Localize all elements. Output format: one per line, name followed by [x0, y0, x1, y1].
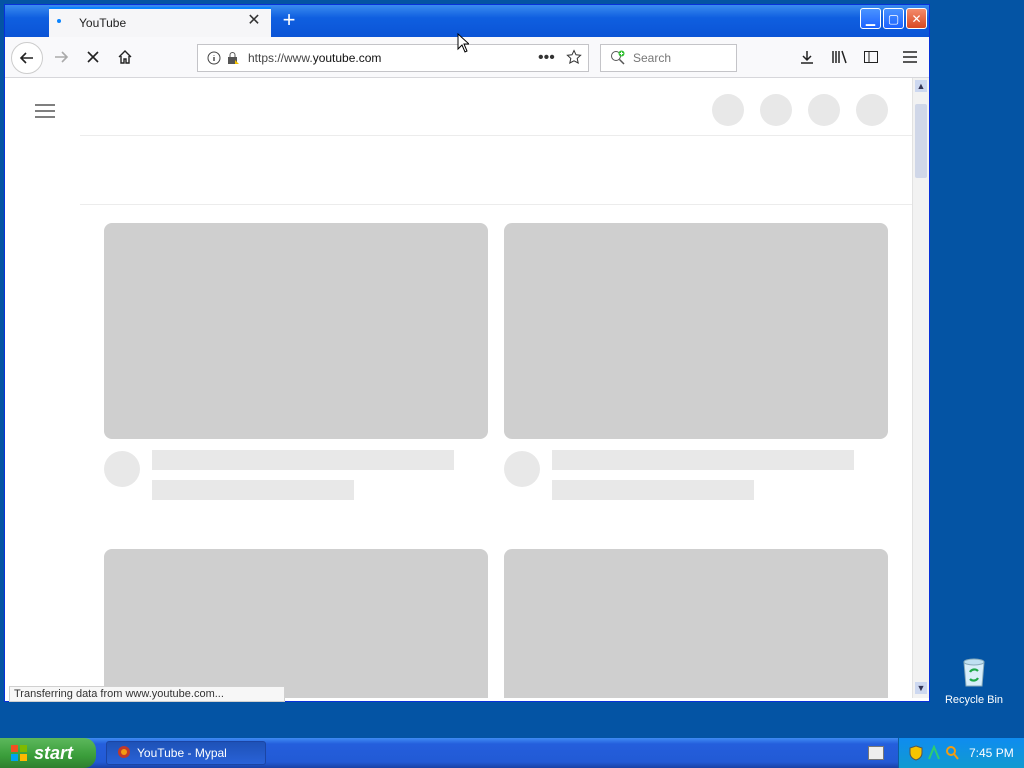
home-icon[interactable] — [111, 43, 139, 71]
browser-window: YouTube ✕ + ▁ ▢ ✕ https://www.youtube.co… — [4, 4, 930, 702]
scroll-thumb[interactable] — [915, 104, 927, 178]
video-thumbnail-skeleton — [504, 549, 888, 698]
new-tab-button[interactable]: + — [277, 9, 301, 33]
title-line-skeleton — [152, 450, 454, 470]
url-text: https://www.youtube.com — [248, 51, 382, 65]
search-tray-icon[interactable] — [945, 745, 959, 764]
video-thumbnail-skeleton — [104, 549, 488, 698]
search-placeholder: Search — [633, 51, 672, 65]
lock-icon[interactable] — [226, 51, 240, 68]
meta-line-skeleton — [552, 480, 754, 500]
tab-youtube[interactable]: YouTube ✕ — [49, 7, 271, 37]
page-content — [5, 78, 912, 698]
scroll-down-icon[interactable]: ▼ — [915, 682, 927, 694]
guide-menu-icon[interactable] — [35, 103, 55, 122]
video-thumbnail-skeleton — [504, 223, 888, 439]
hamburger-icon[interactable] — [896, 43, 924, 71]
scroll-up-icon[interactable]: ▲ — [915, 80, 927, 92]
window-controls: ▁ ▢ ✕ — [860, 8, 927, 29]
stop-icon[interactable] — [79, 43, 107, 71]
mypal-icon — [117, 745, 131, 762]
back-arrow-icon[interactable] — [11, 42, 43, 74]
url-bar[interactable]: https://www.youtube.com ••• — [197, 44, 589, 72]
library-icon[interactable] — [826, 43, 854, 71]
more-icon[interactable]: ••• — [538, 49, 555, 67]
maximize-button[interactable]: ▢ — [883, 8, 904, 29]
sidebar-icon[interactable] — [857, 43, 885, 71]
download-icon[interactable] — [793, 43, 821, 71]
security-shield-icon[interactable] — [909, 745, 923, 764]
taskbar-item-mypal[interactable]: YouTube - Mypal — [106, 741, 266, 765]
title-line-skeleton — [552, 450, 854, 470]
taskbar: start YouTube - Mypal 7:45 PM — [0, 738, 1024, 768]
recycle-bin-label: Recycle Bin — [944, 694, 1004, 706]
windows-flag-icon — [10, 744, 28, 762]
search-box[interactable]: Search — [600, 44, 737, 72]
meta-line-skeleton — [152, 480, 354, 500]
chips-divider — [80, 204, 912, 205]
system-tray: 7:45 PM — [898, 738, 1024, 768]
skeleton-avatar — [808, 94, 840, 126]
mouse-cursor-icon — [457, 32, 471, 56]
info-icon[interactable] — [207, 51, 221, 68]
loading-dot-icon — [57, 19, 61, 23]
start-button[interactable]: start — [0, 738, 96, 768]
keyboard-icon[interactable] — [868, 746, 884, 760]
star-icon[interactable] — [566, 49, 582, 68]
taskbar-item-label: YouTube - Mypal — [137, 746, 227, 760]
vertical-scrollbar[interactable]: ▲ ▼ — [912, 78, 929, 698]
skeleton-avatar — [760, 94, 792, 126]
video-thumbnail-skeleton — [104, 223, 488, 439]
header-divider — [80, 135, 912, 136]
channel-avatar-skeleton — [504, 451, 540, 487]
recycle-bin-icon — [960, 656, 988, 688]
skeleton-avatar — [712, 94, 744, 126]
network-icon[interactable] — [927, 744, 941, 764]
skeleton-avatar — [856, 94, 888, 126]
forward-arrow-icon[interactable] — [47, 43, 75, 71]
channel-avatar-skeleton — [104, 451, 140, 487]
close-window-button[interactable]: ✕ — [906, 8, 927, 29]
recycle-bin[interactable]: Recycle Bin — [944, 656, 1004, 706]
tab-title: YouTube — [79, 16, 127, 30]
minimize-button[interactable]: ▁ — [860, 8, 881, 29]
start-label: start — [34, 742, 74, 763]
status-bar: Transferring data from www.youtube.com..… — [9, 686, 285, 702]
tab-close-button[interactable]: ✕ — [245, 12, 263, 30]
search-icon — [610, 50, 626, 69]
clock: 7:45 PM — [969, 746, 1014, 760]
